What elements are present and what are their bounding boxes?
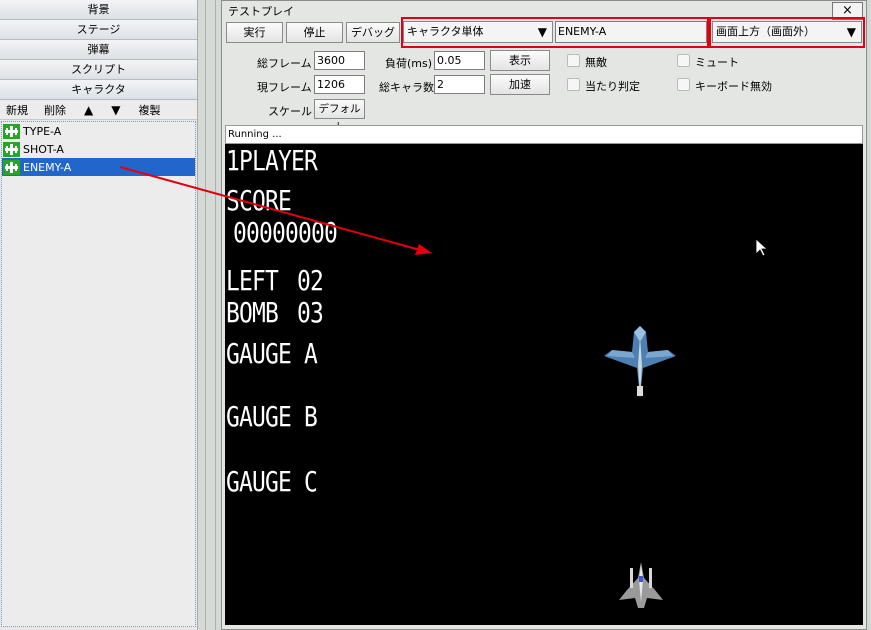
move-down-button[interactable]: ▼	[111, 103, 120, 117]
enemy-ship-sprite	[604, 326, 676, 398]
duplicate-button[interactable]: 複製	[138, 102, 160, 118]
current-frame-label: 現フレーム	[257, 81, 312, 94]
delete-button[interactable]: 削除	[44, 102, 66, 118]
character-icon	[3, 159, 20, 175]
list-item-label: TYPE-A	[23, 124, 62, 138]
accelerate-button[interactable]: 加速	[490, 74, 550, 95]
hitbox-checkbox[interactable]	[567, 78, 580, 91]
list-item[interactable]: TYPE-A	[2, 122, 195, 140]
bomb-label: BOMB	[226, 296, 279, 329]
annotation-highlight-box	[709, 17, 865, 48]
character-list[interactable]: TYPE-A SHOT-A ENEMY-A	[1, 121, 196, 627]
left-panel: 背景 ステージ 弾幕 スクリプト キャラクタ 新規 削除 ▲ ▼ 複製 TYPE…	[0, 0, 198, 630]
list-item-selected[interactable]: ENEMY-A	[2, 158, 195, 176]
lives-value: 02	[297, 264, 324, 297]
total-frames-field[interactable]: 3600	[314, 51, 365, 70]
mute-label: ミュート	[695, 56, 739, 69]
score-label: SCORE	[226, 184, 292, 217]
test-play-window: テストプレイ × 実行 停止 デバッグ キャラクタ単体 ▼ ENEMY-A 画面…	[221, 0, 867, 630]
annotation-highlight-box	[401, 17, 709, 48]
category-script[interactable]: スクリプト	[0, 60, 197, 80]
category-background[interactable]: 背景	[0, 0, 197, 20]
total-chars-label: 総キャラ数	[379, 81, 434, 94]
gauge-c-label: GAUGE C	[226, 465, 318, 498]
game-screen[interactable]: 1PLAYER SCORE 00000000 LEFT 02 BOMB 03 G…	[225, 144, 863, 625]
display-button[interactable]: 表示	[490, 50, 550, 71]
stop-button[interactable]: 停止	[286, 22, 343, 43]
character-icon	[3, 123, 20, 139]
player-ship-sprite	[619, 562, 663, 608]
list-item-label: SHOT-A	[23, 142, 64, 156]
player-label: 1PLAYER	[226, 144, 318, 177]
gauge-b-label: GAUGE B	[226, 400, 318, 433]
list-item-label: ENEMY-A	[23, 160, 72, 174]
keyboard-disable-checkbox[interactable]	[677, 78, 690, 91]
bomb-value: 03	[297, 296, 324, 329]
character-icon	[3, 141, 20, 157]
load-label: 負荷(ms)	[385, 57, 433, 70]
load-field: 0.05	[434, 51, 485, 70]
debug-button[interactable]: デバッグ	[346, 22, 400, 43]
run-button[interactable]: 実行	[226, 22, 283, 43]
move-up-button[interactable]: ▲	[84, 103, 93, 117]
total-frames-label: 総フレーム	[257, 57, 312, 70]
list-toolbar: 新規 削除 ▲ ▼ 複製	[0, 100, 197, 120]
gauge-a-label: GAUGE A	[226, 337, 318, 370]
category-character[interactable]: キャラクタ	[0, 80, 197, 100]
category-stage[interactable]: ステージ	[0, 20, 197, 40]
mouse-cursor-icon	[756, 239, 768, 257]
hitbox-label: 当たり判定	[585, 80, 640, 93]
scale-label: スケール	[268, 105, 312, 118]
new-button[interactable]: 新規	[6, 102, 28, 118]
panel-divider[interactable]	[199, 0, 221, 630]
current-frame-field: 1206	[314, 75, 365, 94]
total-chars-field: 2	[434, 75, 485, 94]
scale-select[interactable]: デフォルト	[314, 99, 365, 133]
list-item[interactable]: SHOT-A	[2, 140, 195, 158]
score-value: 00000000	[233, 216, 338, 249]
category-barrage[interactable]: 弾幕	[0, 40, 197, 60]
invincible-checkbox[interactable]	[567, 54, 580, 67]
invincible-label: 無敵	[585, 56, 607, 69]
window-title: テストプレイ	[228, 5, 294, 18]
mute-checkbox[interactable]	[677, 54, 690, 67]
lives-label: LEFT	[226, 264, 279, 297]
keyboard-disable-label: キーボード無効	[695, 80, 772, 93]
status-bar: Running ...	[225, 125, 863, 144]
